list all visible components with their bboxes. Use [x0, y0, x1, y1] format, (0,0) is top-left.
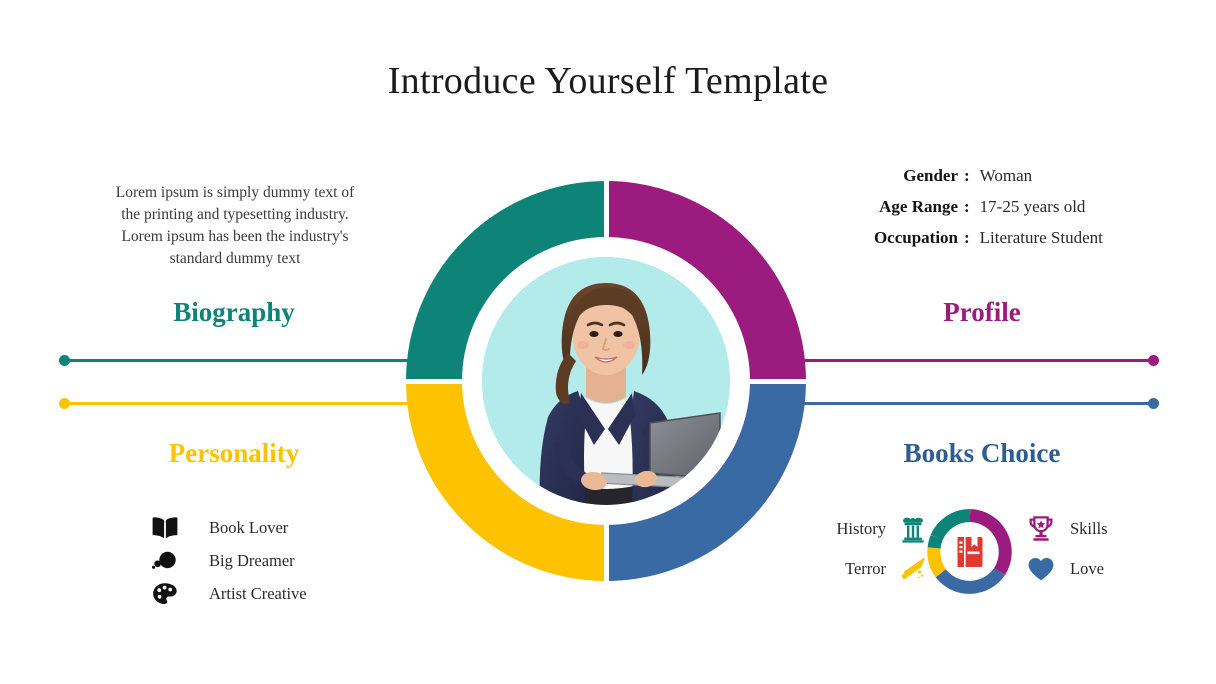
personality-label-book-lover: Book Lover: [209, 518, 289, 537]
profile-label-age-range: Age Range: [879, 197, 958, 216]
page-title: Introduce Yourself Template: [387, 60, 829, 103]
personality-item-artist-creative[interactable]: Artist Creative: [152, 578, 452, 610]
greek-column-icon: [898, 514, 928, 544]
connector-line-books-choice: [794, 398, 1159, 409]
connector-dot-profile: [1148, 355, 1159, 366]
profile-row-gender: Gender : Woman: [806, 166, 1150, 186]
books-choice-cluster: History Terror Skills Love: [802, 505, 1146, 597]
profile-separator-occupation: :: [964, 228, 970, 247]
bloody-knife-icon: [898, 554, 928, 584]
section-heading-biography: Biography: [173, 297, 295, 327]
personality-label-artist-creative: Artist Creative: [209, 584, 307, 603]
profile-label-occupation: Occupation: [873, 228, 958, 247]
mini-donut-chart: [927, 509, 1012, 594]
personality-item-book-lover[interactable]: Book Lover: [152, 512, 452, 544]
books-label-terror: Terror: [845, 559, 886, 578]
books-item-love[interactable]: Love: [1026, 552, 1104, 586]
portrait-illustration: [482, 257, 730, 505]
profile-value-occupation: Literature Student: [979, 228, 1103, 247]
profile-value-age-range: 17-25 years old: [979, 197, 1086, 216]
profile-value-gender: Woman: [979, 166, 1033, 185]
artist-palette-icon: [152, 582, 186, 606]
profile-row-age-range: Age Range : 17-25 years old: [806, 197, 1150, 217]
personality-label-big-dreamer: Big Dreamer: [209, 551, 295, 570]
profile-photo: [482, 257, 730, 505]
profile-separator-age-range: :: [964, 197, 970, 216]
profile-label-gender: Gender: [903, 166, 958, 185]
profile-separator-gender: :: [964, 166, 970, 185]
connector-dot-books-choice: [1148, 398, 1159, 409]
books-item-history[interactable]: History: [810, 512, 928, 546]
section-heading-profile: Profile: [943, 297, 1021, 327]
profile-details-list: Gender : Woman Age Range : 17-25 years o…: [806, 166, 1150, 259]
books-label-history: History: [836, 519, 887, 538]
books-item-terror[interactable]: Terror: [810, 552, 928, 586]
thought-bubble-icon: [152, 549, 186, 573]
books-label-love: Love: [1070, 559, 1104, 578]
connector-dot-personality: [59, 398, 70, 409]
biography-body-text: Lorem ipsum is simply dummy text of the …: [115, 183, 355, 267]
personality-item-big-dreamer[interactable]: Big Dreamer: [152, 545, 452, 577]
open-book-icon: [152, 516, 186, 540]
section-heading-personality: Personality: [168, 438, 300, 468]
personality-items-list: Book Lover Big Dreamer Artist Creative: [152, 512, 452, 611]
trophy-icon: [1026, 514, 1056, 544]
section-heading-books-choice: Books Choice: [903, 438, 1061, 468]
connector-line-profile: [794, 355, 1159, 366]
books-label-skills: Skills: [1070, 519, 1108, 538]
connector-line-personality: [59, 398, 418, 409]
heart-icon: [1026, 554, 1056, 584]
books-item-skills[interactable]: Skills: [1026, 512, 1108, 546]
profile-row-occupation: Occupation : Literature Student: [806, 228, 1150, 248]
connector-line-biography: [59, 355, 418, 366]
center-donut-chart: [404, 179, 808, 583]
connector-dot-biography: [59, 355, 70, 366]
